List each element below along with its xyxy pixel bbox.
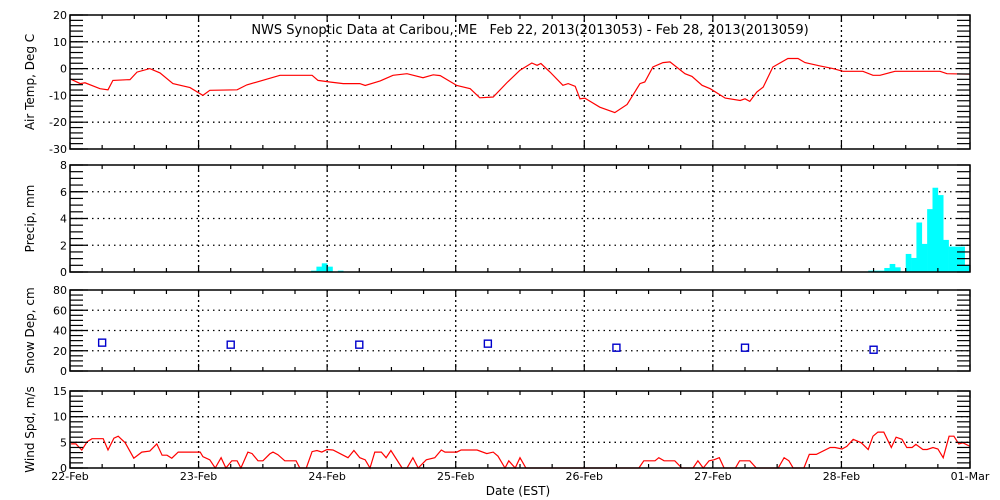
precip-bar xyxy=(953,246,960,272)
panel-4: 151050Wind Spd, m/s xyxy=(23,385,971,475)
snow-depth-point xyxy=(226,340,235,349)
y-tick-label: 4 xyxy=(60,213,67,226)
y-tick-label: 80 xyxy=(53,284,67,297)
precip-bar xyxy=(943,239,949,272)
y-tick-label: 20 xyxy=(53,9,67,22)
y-tick-label: 0 xyxy=(60,365,67,378)
precip-bar xyxy=(327,266,333,272)
air-temp-line xyxy=(69,57,971,114)
panel-2: 8 6 4 2 0 Precip, mm xyxy=(23,159,971,279)
precip-bar xyxy=(948,246,955,272)
y-tick-label: -10 xyxy=(49,89,67,102)
y-tick-label: 60 xyxy=(53,304,67,317)
y-axis-label: Air Temp, Deg C xyxy=(23,34,37,130)
precip-bar xyxy=(937,195,944,272)
snow-depth-point xyxy=(483,339,493,348)
snow-depth-point xyxy=(869,345,878,354)
x-axis-label: Date (EST) xyxy=(486,484,550,498)
precip-bar xyxy=(916,222,923,272)
chart-title: NWS Synoptic Data at Caribou, ME Feb 22,… xyxy=(251,23,808,38)
snow-depth-point xyxy=(355,340,364,349)
x-tick-label: 23-Feb xyxy=(180,470,217,483)
nws-synoptic-chart: Date (EST) 20100-10-20-30Air Temp, Deg C… xyxy=(23,9,990,498)
precip-bar xyxy=(959,246,965,272)
y-tick-label: -20 xyxy=(49,116,67,129)
y-tick-label: 0 xyxy=(60,63,67,76)
precip-bar xyxy=(316,266,323,272)
y-tick-label: 0 xyxy=(60,266,67,279)
x-tick-label: 22-Feb xyxy=(51,470,88,483)
precip-bar xyxy=(889,263,896,272)
y-tick-label: 6 xyxy=(60,186,67,199)
y-axis-label: Wind Spd, m/s xyxy=(23,386,37,472)
wind-speed-line xyxy=(71,431,971,470)
y-tick-label: 2 xyxy=(60,239,67,252)
precip-bar xyxy=(911,257,917,272)
y-tick-label: 15 xyxy=(53,385,67,398)
snow-depth-point xyxy=(97,338,107,347)
x-tick-label: 24-Feb xyxy=(308,470,345,483)
y-tick-label: 40 xyxy=(53,325,67,338)
x-tick-label: 01-Mar xyxy=(951,470,990,483)
precip-bar xyxy=(932,187,939,272)
y-tick-label: -30 xyxy=(49,143,67,156)
y-tick-label: 20 xyxy=(53,345,67,358)
precip-bar xyxy=(927,209,933,272)
precip-bar xyxy=(921,243,928,272)
panel-3: 80 60 40 20 0 Snow Dep, cm xyxy=(23,284,971,378)
snow-depth-point xyxy=(612,343,621,352)
y-axis-label: Precip, mm xyxy=(23,185,37,253)
y-tick-label: 10 xyxy=(53,36,67,49)
plot-frame xyxy=(69,390,971,469)
x-tick-label: 26-Feb xyxy=(566,470,603,483)
x-tick-label: 28-Feb xyxy=(823,470,860,483)
y-tick-label: 8 xyxy=(60,159,67,172)
x-tick-label: 27-Feb xyxy=(694,470,731,483)
x-tick-label: 25-Feb xyxy=(437,470,474,483)
y-tick-label: 5 xyxy=(60,436,67,449)
precip-bar xyxy=(905,253,912,272)
y-tick-label: 10 xyxy=(53,411,67,424)
y-axis-label: Snow Dep, cm xyxy=(23,287,37,373)
